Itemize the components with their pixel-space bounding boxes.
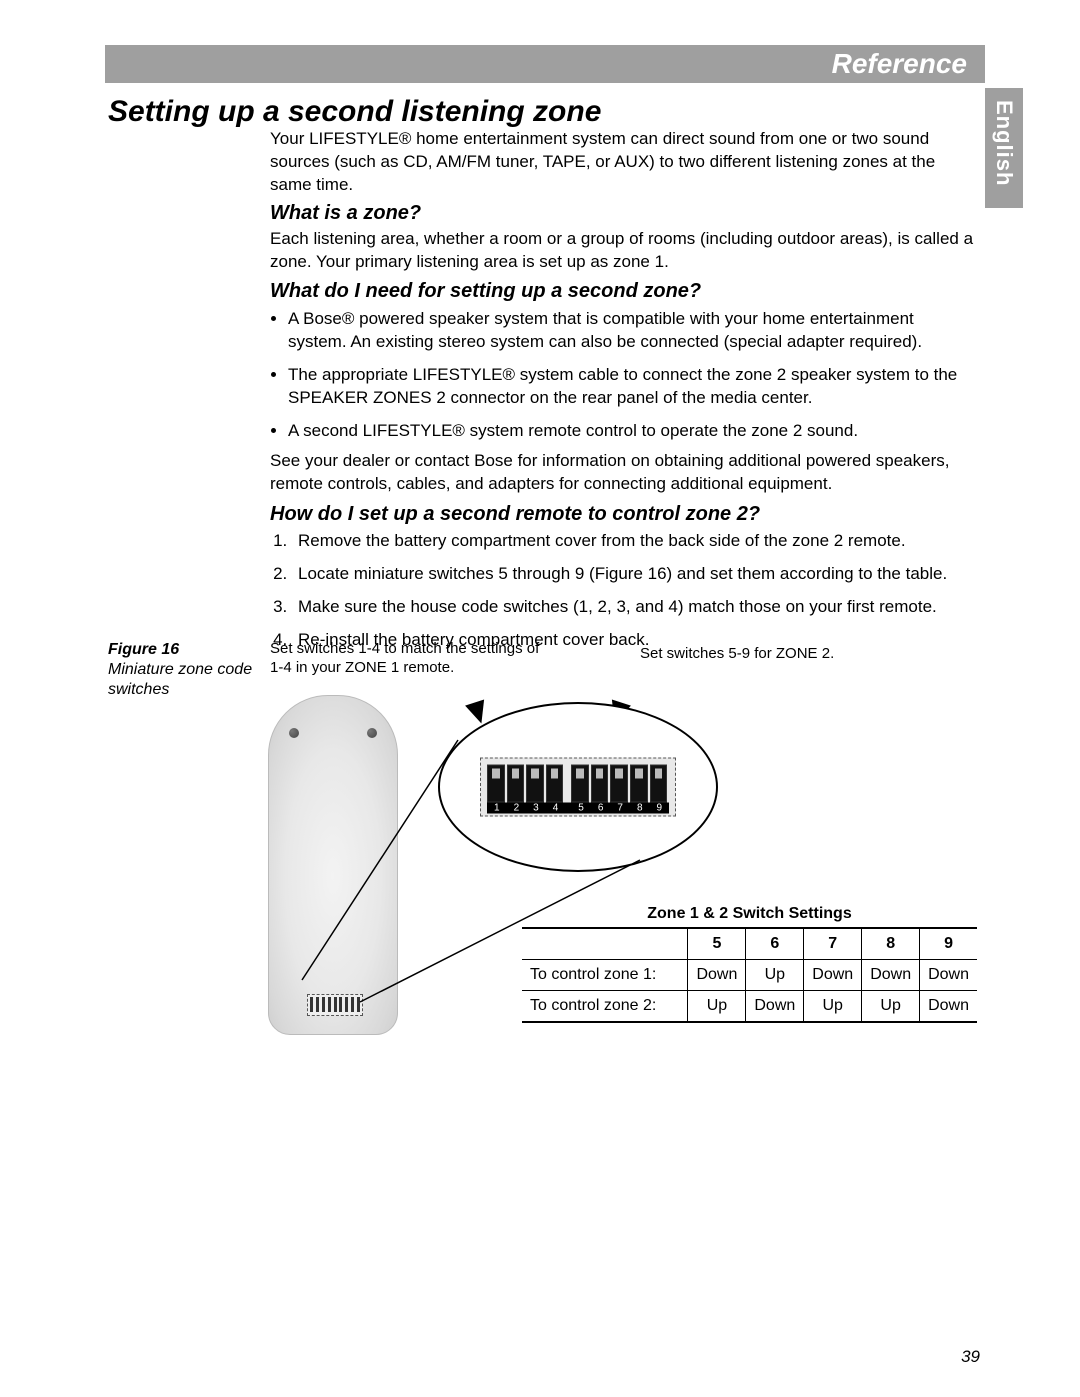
heading-what-is-zone: What is a zone? bbox=[270, 202, 421, 225]
col-header: 7 bbox=[804, 928, 862, 960]
intro-paragraph: Your LIFESTYLE® home entertainment syste… bbox=[270, 128, 975, 197]
cell: Down bbox=[804, 960, 862, 991]
language-tab: English bbox=[985, 88, 1023, 208]
row-label: To control zone 2: bbox=[522, 991, 688, 1023]
cell: Down bbox=[920, 960, 977, 991]
dealer-note: See your dealer or contact Bose for info… bbox=[270, 450, 975, 496]
need-bullet: A second LIFESTYLE® system remote contro… bbox=[288, 420, 975, 443]
setup-step: Locate miniature switches 5 through 9 (F… bbox=[292, 563, 975, 586]
row-label: To control zone 1: bbox=[522, 960, 688, 991]
table-row: To control zone 1: Down Up Down Down Dow… bbox=[522, 960, 977, 991]
figure-caption: Miniature zone code switches bbox=[108, 660, 253, 700]
col-header: 5 bbox=[688, 928, 746, 960]
cell: Down bbox=[862, 960, 920, 991]
col-header: 6 bbox=[746, 928, 804, 960]
cell: Up bbox=[688, 991, 746, 1023]
need-bullet: The appropriate LIFESTYLE® system cable … bbox=[288, 364, 975, 410]
section-header: Reference bbox=[105, 45, 985, 83]
figure-callout-left: Set switches 1-4 to match the settings o… bbox=[270, 640, 550, 678]
setup-step: Make sure the house code switches (1, 2,… bbox=[292, 596, 975, 619]
cell: Down bbox=[920, 991, 977, 1023]
section-title: Reference bbox=[832, 48, 985, 79]
switch-table: 5 6 7 8 9 To control zone 1: Down Up Dow… bbox=[522, 927, 977, 1023]
heading-setup-remote: How do I set up a second remote to contr… bbox=[270, 503, 760, 526]
figure-label: Figure 16 Miniature zone code switches bbox=[108, 640, 253, 700]
page-number: 39 bbox=[961, 1347, 980, 1367]
need-list: A Bose® powered speaker system that is c… bbox=[270, 308, 975, 453]
language-label: English bbox=[991, 100, 1017, 186]
need-bullet: A Bose® powered speaker system that is c… bbox=[288, 308, 975, 354]
setup-step: Remove the battery compartment cover fro… bbox=[292, 530, 975, 553]
cell: Up bbox=[862, 991, 920, 1023]
zone-definition: Each listening area, whether a room or a… bbox=[270, 228, 975, 274]
figure-number: Figure 16 bbox=[108, 640, 253, 660]
figure-callout-right: Set switches 5-9 for ZONE 2. bbox=[640, 645, 900, 662]
table-header-row: 5 6 7 8 9 bbox=[522, 928, 977, 960]
table-row: To control zone 2: Up Down Up Up Down bbox=[522, 991, 977, 1023]
col-header: 9 bbox=[920, 928, 977, 960]
cell: Down bbox=[688, 960, 746, 991]
cell: Up bbox=[746, 960, 804, 991]
switch-settings-table: Zone 1 & 2 Switch Settings 5 6 7 8 9 To … bbox=[522, 905, 977, 1023]
cell: Down bbox=[746, 991, 804, 1023]
heading-need: What do I need for setting up a second z… bbox=[270, 280, 701, 303]
cell: Up bbox=[804, 991, 862, 1023]
table-title: Zone 1 & 2 Switch Settings bbox=[522, 905, 977, 923]
col-header: 8 bbox=[862, 928, 920, 960]
page-title: Setting up a second listening zone bbox=[108, 95, 601, 129]
